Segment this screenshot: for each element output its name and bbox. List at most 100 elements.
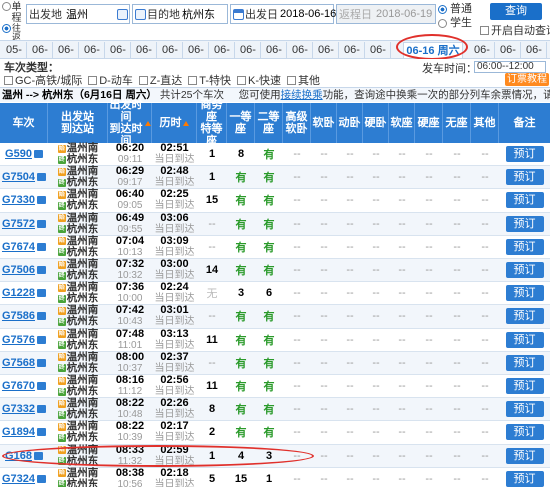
book-button[interactable]: 预订 (505, 308, 544, 325)
filter-gc-checkbox[interactable] (4, 75, 13, 85)
date-tab[interactable]: 06- (470, 42, 495, 58)
book-button[interactable]: 预订 (505, 146, 544, 163)
date-tab[interactable]: 06- (340, 42, 365, 58)
book-button[interactable]: 预订 (505, 192, 544, 209)
train-number-link[interactable]: G168 (5, 450, 32, 462)
train-number-link[interactable]: G7330 (2, 194, 35, 206)
passenger-student-radio[interactable] (438, 18, 447, 28)
trip-round-radio[interactable] (2, 24, 11, 33)
train-info-icon[interactable] (37, 405, 47, 414)
date-tab-active[interactable]: 06-16 周六 (403, 42, 463, 58)
train-info-icon[interactable] (37, 196, 47, 205)
train-number-link[interactable]: G7674 (2, 241, 35, 253)
book-button[interactable]: 预订 (505, 215, 544, 232)
book-button[interactable]: 预订 (505, 285, 544, 302)
to-input[interactable]: 杭州东 (180, 6, 217, 22)
date-tab[interactable]: 06- (132, 42, 157, 58)
book-button[interactable]: 预订 (505, 331, 544, 348)
train-info-icon[interactable] (37, 242, 47, 251)
train-info-icon[interactable] (37, 266, 47, 275)
depart-time-select[interactable]: 06:00--12:00 (474, 61, 546, 73)
swap-icon[interactable] (135, 8, 146, 20)
filter-other-option[interactable]: 其他 (287, 72, 320, 88)
book-button[interactable]: 预订 (505, 401, 544, 418)
train-number-link[interactable]: G7506 (2, 264, 35, 276)
date-tab[interactable]: 05- (2, 42, 27, 58)
date-tab[interactable]: 06- (210, 42, 235, 58)
col-time[interactable]: 出发时间 到达时间 (108, 99, 152, 147)
book-button[interactable]: 预订 (505, 424, 544, 441)
book-button[interactable]: 预订 (505, 378, 544, 395)
date-tab[interactable]: 06- (80, 42, 105, 58)
date-tab[interactable]: 06- (54, 42, 79, 58)
train-number-link[interactable]: G7504 (2, 171, 35, 183)
date-tab[interactable]: 06- (262, 42, 287, 58)
filter-k-option[interactable]: K-快速 (237, 72, 281, 88)
book-button[interactable]: 预订 (505, 447, 544, 464)
depart-date-input[interactable]: 2018-06-16 (278, 8, 338, 20)
date-tab[interactable]: 06- (366, 42, 391, 58)
booking-guide-button[interactable]: 订票教程 (505, 73, 549, 86)
filter-gc-option[interactable]: GC-高铁/城际 (4, 72, 82, 88)
train-number-link[interactable]: G7576 (2, 334, 35, 346)
location-icon[interactable] (117, 8, 128, 20)
date-tab[interactable]: 06- (106, 42, 131, 58)
train-number-link[interactable]: G7568 (2, 357, 35, 369)
train-number-link[interactable]: G1228 (2, 287, 35, 299)
passenger-student-option[interactable]: 学生 (438, 16, 472, 30)
filter-t-checkbox[interactable] (188, 75, 198, 85)
filter-t-option[interactable]: T-特快 (188, 72, 231, 88)
depart-date-field[interactable]: 出发日 2018-06-16 (230, 4, 336, 24)
filter-z-option[interactable]: Z-直达 (138, 72, 182, 88)
query-button[interactable]: 查询 (490, 3, 542, 20)
train-info-icon[interactable] (37, 173, 47, 182)
filter-other-checkbox[interactable] (287, 75, 297, 85)
date-tab[interactable]: 06- (184, 42, 209, 58)
train-info-icon[interactable] (37, 219, 47, 228)
col-station[interactable]: 出发站 到达站 (48, 103, 108, 143)
date-tab[interactable]: 06- (236, 42, 261, 58)
trip-one-way-radio[interactable] (2, 2, 11, 11)
auto-query-option[interactable]: 开启自动查询 (480, 22, 550, 38)
return-date-field[interactable]: 返程日 2018-06-19 (336, 4, 436, 24)
passenger-normal-option[interactable]: 普通 (438, 2, 472, 16)
filter-d-checkbox[interactable] (88, 75, 98, 85)
return-date-input[interactable]: 2018-06-19 (374, 8, 434, 20)
filter-d-option[interactable]: D-动车 (88, 72, 133, 88)
sort-asc-icon[interactable] (145, 120, 151, 126)
from-field[interactable]: 出发地 温州 (26, 4, 130, 24)
train-info-icon[interactable] (37, 335, 47, 344)
date-tab[interactable]: 06- (522, 42, 547, 58)
train-info-icon[interactable] (33, 451, 43, 460)
train-info-icon[interactable] (37, 358, 47, 367)
train-number-link[interactable]: G7670 (2, 380, 35, 392)
train-info-icon[interactable] (33, 150, 43, 159)
book-button[interactable]: 预订 (505, 354, 544, 371)
book-button[interactable]: 预订 (505, 470, 544, 487)
sort-asc-icon[interactable] (182, 120, 189, 126)
date-tab[interactable]: 06- (28, 42, 53, 58)
to-field[interactable]: 目的地 杭州东 (132, 4, 228, 24)
date-tab[interactable]: 06- (158, 42, 183, 58)
train-info-icon[interactable] (37, 382, 47, 391)
train-info-icon[interactable] (37, 312, 47, 321)
passenger-normal-radio[interactable] (438, 4, 447, 14)
date-tab[interactable]: 06- (314, 42, 339, 58)
book-button[interactable]: 预订 (505, 238, 544, 255)
train-number-link[interactable]: G7572 (2, 218, 35, 230)
calendar-icon[interactable] (233, 8, 244, 20)
train-number-link[interactable]: G590 (5, 148, 32, 160)
filter-z-checkbox[interactable] (138, 75, 148, 85)
book-button[interactable]: 预订 (505, 262, 544, 279)
col-train[interactable]: 车次 (0, 103, 48, 143)
date-tab[interactable]: 06- (496, 42, 521, 58)
train-number-link[interactable]: G7324 (2, 473, 35, 485)
filter-k-checkbox[interactable] (237, 75, 247, 85)
book-button[interactable]: 预订 (505, 169, 544, 186)
train-number-link[interactable]: G7332 (2, 403, 35, 415)
from-input[interactable]: 温州 (64, 6, 90, 22)
train-info-icon[interactable] (37, 289, 47, 298)
transfer-link[interactable]: 接续换乘 (281, 89, 323, 101)
train-info-icon[interactable] (37, 474, 47, 483)
date-tab[interactable]: 06- (288, 42, 313, 58)
